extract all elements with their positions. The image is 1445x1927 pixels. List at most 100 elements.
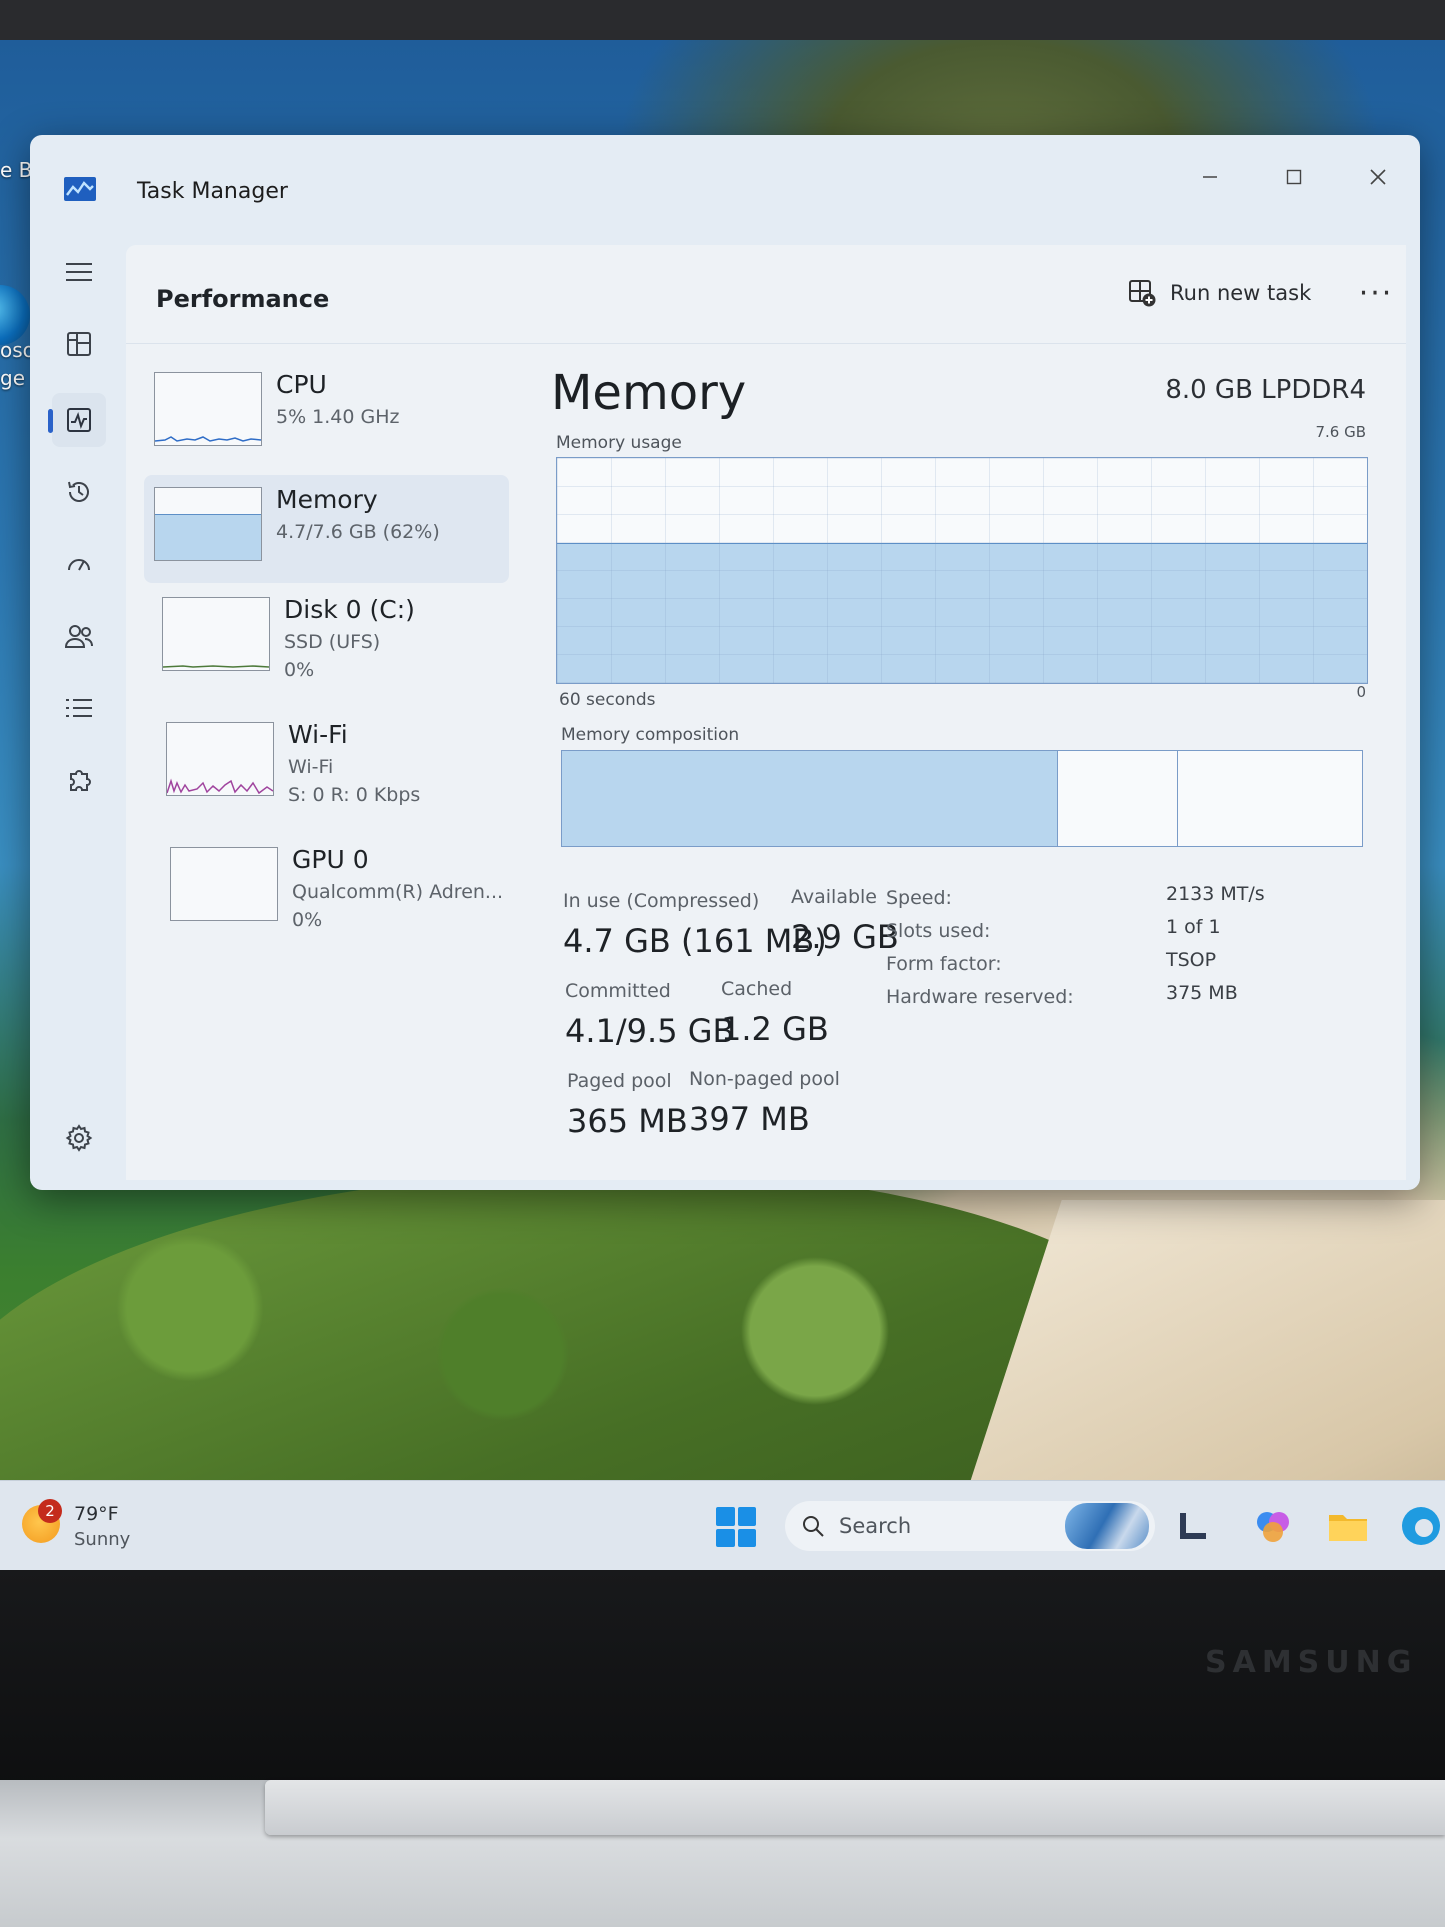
task-manager-window: Task Manager Performance Run new task ··… — [30, 135, 1420, 1190]
window-title: Task Manager — [137, 179, 288, 204]
run-new-task-button[interactable]: Run new task — [1128, 269, 1311, 317]
perf-item-sub: 4.7/7.6 GB (62%) — [276, 521, 440, 543]
laptop-hinge — [265, 1780, 1445, 1835]
perf-item-sub2: 0% — [292, 909, 323, 931]
nav-performance[interactable] — [48, 393, 106, 447]
maximize-button[interactable] — [1264, 155, 1324, 199]
taskbar-app-edge[interactable] — [1398, 1503, 1444, 1549]
graph-grid — [557, 458, 1367, 683]
available-value: 2.9 GB — [791, 918, 899, 956]
desktop-label-partial: e B — [0, 158, 33, 182]
nav-services[interactable] — [52, 753, 106, 807]
navigation-rail — [30, 245, 125, 1190]
memory-thumbnail-fill — [155, 514, 261, 560]
perf-item-sub: Qualcomm(R) Adren... — [292, 881, 504, 903]
perf-item-wifi[interactable]: Wi-Fi Wi-Fi S: 0 R: 0 Kbps — [144, 710, 509, 818]
copilot-icon — [1257, 1512, 1289, 1542]
in-use-value: 4.7 GB (161 MB) — [563, 922, 827, 960]
cached-label: Cached — [721, 978, 793, 1000]
perf-item-name: GPU 0 — [292, 845, 369, 874]
perf-item-cpu[interactable]: CPU 5% 1.40 GHz — [144, 360, 509, 468]
hamburger-icon — [66, 263, 92, 281]
close-button[interactable] — [1348, 155, 1408, 199]
settings-gear-icon — [65, 1124, 93, 1152]
memory-usage-label: Memory usage — [556, 433, 682, 453]
nav-startup-apps[interactable] — [52, 537, 106, 591]
available-label: Available — [791, 886, 878, 908]
nav-settings[interactable] — [52, 1111, 106, 1165]
start-logo-tile — [716, 1528, 735, 1547]
details-list-icon — [66, 699, 92, 717]
nav-app-history[interactable] — [52, 465, 106, 519]
hamburger-menu-button[interactable] — [52, 245, 106, 299]
perf-item-memory[interactable]: Memory 4.7/7.6 GB (62%) — [144, 475, 509, 583]
memory-usage-graph — [556, 457, 1368, 684]
more-options-button[interactable]: ··· — [1354, 271, 1398, 315]
run-new-task-icon — [1129, 280, 1156, 307]
nav-users[interactable] — [52, 609, 106, 663]
edge-browser-icon — [1402, 1507, 1440, 1545]
perf-item-name: Disk 0 (C:) — [284, 595, 415, 624]
laptop-bezel — [0, 1570, 1445, 1790]
laptop-brand-logo: SAMSUNG — [1205, 1645, 1418, 1680]
in-use-label: In use (Compressed) — [563, 890, 760, 912]
spec-key-hw-reserved: Hardware reserved: — [886, 986, 1074, 1008]
processes-icon — [67, 332, 91, 356]
performance-page: Performance Run new task ··· CPU 5% 1.40… — [126, 245, 1406, 1180]
search-label: Search — [839, 1514, 912, 1538]
nav-details[interactable] — [52, 681, 106, 735]
detail-title: Memory — [551, 365, 747, 421]
performance-icon — [67, 408, 91, 432]
task-manager-app-icon — [64, 177, 96, 201]
taskbar-app-terminal[interactable] — [1170, 1503, 1216, 1549]
gpu-thumbnail-graph — [170, 847, 278, 921]
perf-item-sub2: 0% — [284, 659, 315, 681]
disk-sparkline — [163, 665, 269, 668]
cpu-sparkline — [155, 436, 261, 442]
edge-desktop-icon[interactable] — [0, 285, 30, 345]
weather-badge: 2 — [38, 1499, 62, 1523]
spec-key-form-factor: Form factor: — [886, 953, 1002, 975]
title-bar[interactable]: Task Manager — [30, 135, 1420, 245]
weather-condition[interactable]: Sunny — [74, 1529, 130, 1550]
graph-time-left: 60 seconds — [559, 690, 656, 710]
taskbar-app-file-explorer[interactable] — [1325, 1503, 1371, 1549]
close-icon — [1370, 169, 1386, 185]
cpu-thumbnail-graph — [154, 372, 262, 446]
wifi-sparkline — [167, 778, 273, 795]
start-logo-tile — [737, 1507, 756, 1526]
disk-thumbnail-graph — [162, 597, 270, 671]
maximize-icon — [1286, 169, 1302, 185]
paged-pool-label: Paged pool — [567, 1070, 672, 1092]
committed-label: Committed — [565, 980, 671, 1002]
wifi-thumbnail-graph — [166, 722, 274, 796]
minimize-button[interactable] — [1180, 155, 1240, 199]
spec-key-slots: Slots used: — [886, 920, 991, 942]
minimize-icon — [1203, 176, 1217, 178]
perf-item-sub: Wi-Fi — [288, 756, 334, 778]
composition-in-use — [562, 751, 1058, 846]
screen-bezel-top — [0, 0, 1445, 40]
start-button[interactable] — [716, 1507, 756, 1547]
committed-value: 4.1/9.5 GB — [565, 1012, 735, 1050]
spec-value-slots: 1 of 1 — [1166, 916, 1221, 938]
header-divider — [126, 343, 1406, 344]
memory-usage-max: 7.6 GB — [1315, 423, 1366, 441]
perf-item-gpu[interactable]: GPU 0 Qualcomm(R) Adren... 0% — [144, 835, 509, 943]
run-new-task-label: Run new task — [1170, 281, 1312, 305]
memory-spec: 8.0 GB LPDDR4 — [1165, 375, 1366, 405]
perf-item-disk[interactable]: Disk 0 (C:) SSD (UFS) 0% — [144, 585, 509, 693]
nav-processes[interactable] — [52, 317, 106, 371]
page-title: Performance — [156, 285, 330, 313]
search-highlight-image[interactable] — [1065, 1503, 1149, 1549]
weather-temperature[interactable]: 79°F — [74, 1503, 119, 1525]
users-icon — [64, 625, 93, 648]
taskbar: 2 79°F Sunny Search — [0, 1480, 1445, 1571]
memory-composition-bar — [561, 750, 1363, 847]
memory-thumbnail-graph — [154, 487, 262, 561]
taskbar-app-copilot[interactable] — [1250, 1503, 1296, 1549]
start-logo-tile — [737, 1528, 756, 1547]
perf-item-name: Memory — [276, 485, 378, 514]
composition-modified — [1058, 751, 1178, 846]
perf-item-sub: 5% 1.40 GHz — [276, 406, 400, 428]
